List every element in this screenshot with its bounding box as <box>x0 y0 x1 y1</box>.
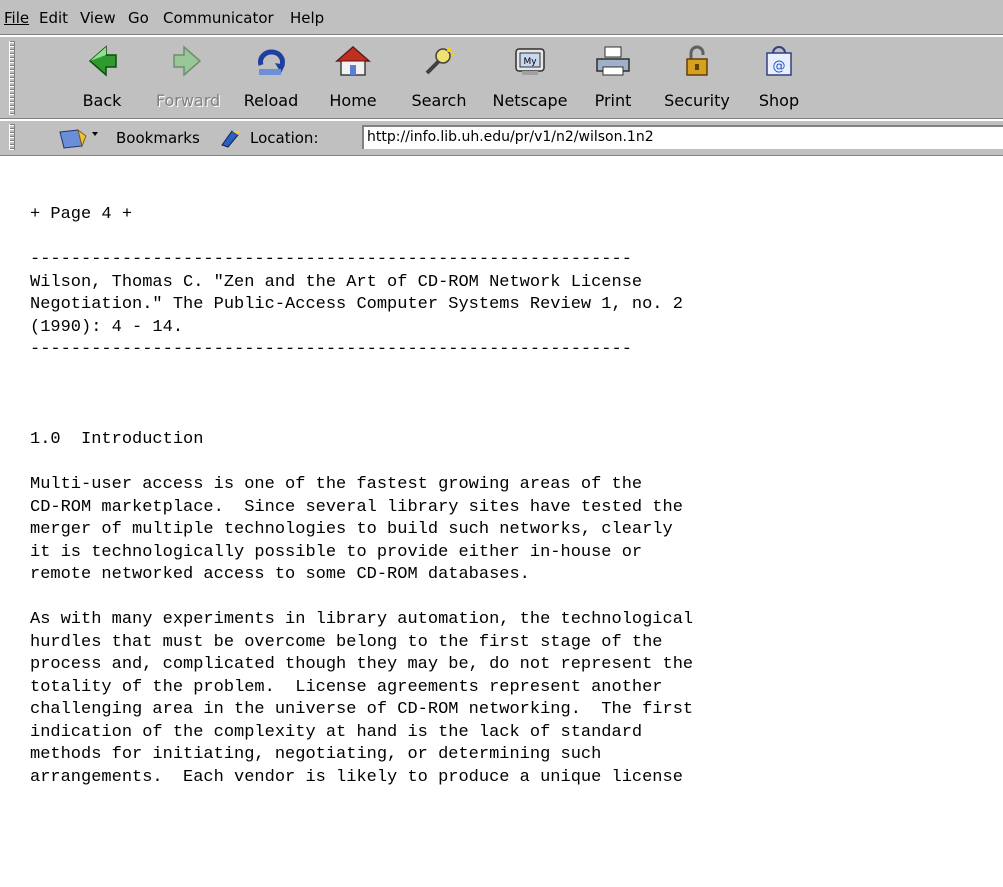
paragraph-line: As with many experiments in library auto… <box>30 610 694 629</box>
location-label-group: Location: <box>218 127 319 151</box>
document-text: + Page 4 + -----------------------------… <box>30 204 693 789</box>
page-marker: + Page 4 + <box>30 205 133 224</box>
search-button[interactable]: Search <box>397 41 481 115</box>
reload-label: Reload <box>243 91 299 110</box>
forward-label: Forward <box>155 91 221 110</box>
search-label: Search <box>411 91 467 110</box>
citation-line: Negotiation." The Public-Access Computer… <box>30 295 683 314</box>
print-label: Print <box>594 91 632 110</box>
url-input[interactable]: http://info.lib.uh.edu/pr/v1/n2/wilson.1… <box>362 125 1003 149</box>
page-content: + Page 4 + -----------------------------… <box>0 157 1003 887</box>
paragraph-line: challenging area in the universe of CD-R… <box>30 700 694 719</box>
menu-bar: File Edit View Go Communicator Help <box>0 0 1003 35</box>
reload-icon <box>258 49 285 75</box>
netscape-button[interactable]: My Netscape <box>488 41 572 115</box>
paragraph-line: methods for initiating, negotiating, or … <box>30 745 602 764</box>
paragraph-line: indication of the complexity at hand is … <box>30 722 643 742</box>
paragraph-line: remote networked access to some CD-ROM d… <box>30 565 530 584</box>
back-label: Back <box>82 91 122 110</box>
reload-button[interactable]: Reload <box>229 41 313 115</box>
search-icon <box>425 48 455 75</box>
bookmarks-label: Bookmarks <box>116 129 200 147</box>
paragraph-line: arrangements. Each vendor is likely to p… <box>30 767 683 787</box>
paragraph-line: process and, complicated though they may… <box>30 655 694 674</box>
menu-edit[interactable]: Edit <box>39 9 68 27</box>
menu-help[interactable]: Help <box>290 9 324 27</box>
shop-button[interactable]: @ Shop <box>737 41 821 115</box>
printer-icon <box>596 46 630 76</box>
svg-text:@: @ <box>773 59 786 74</box>
netscape-icon: My <box>515 48 545 75</box>
location-page-proxy-icon[interactable] <box>218 127 244 149</box>
svg-text:My: My <box>523 57 537 67</box>
paragraph-line: totality of the problem. License agreeme… <box>30 677 663 697</box>
menu-communicator[interactable]: Communicator <box>163 9 274 27</box>
back-arrow-icon <box>88 45 117 77</box>
citation-line: Wilson, Thomas C. "Zen and the Art of CD… <box>30 272 643 292</box>
security-lock-icon <box>686 45 708 76</box>
rule-bottom: ----------------------------------------… <box>30 340 632 359</box>
home-button[interactable]: Home <box>311 41 395 115</box>
shop-bag-icon: @ <box>766 46 792 76</box>
citation-line: (1990): 4 - 14. <box>30 317 184 337</box>
location-toolbar-grip-handle[interactable] <box>9 124 15 150</box>
security-button[interactable]: Security <box>655 41 739 115</box>
home-label: Home <box>329 91 377 110</box>
forward-arrow-icon <box>173 45 202 77</box>
menu-file[interactable]: File <box>4 9 29 27</box>
paragraph-line: merger of multiple technologies to build… <box>30 520 673 539</box>
shop-label: Shop <box>758 91 800 110</box>
paragraph-line: CD-ROM marketplace. Since several librar… <box>30 497 683 517</box>
location-label: Location: <box>250 129 319 147</box>
paragraph-line: Multi-user access is one of the fastest … <box>30 475 643 494</box>
rule-top: ----------------------------------------… <box>30 250 632 269</box>
toolbar-grip-handle[interactable] <box>9 41 15 115</box>
print-button[interactable]: Print <box>571 41 655 115</box>
security-label: Security <box>664 91 730 110</box>
bookmarks-button[interactable]: Bookmarks <box>38 126 200 150</box>
home-icon <box>335 46 371 76</box>
netscape-label: Netscape <box>492 91 568 110</box>
bookmarks-icon <box>59 128 98 149</box>
menu-go[interactable]: Go <box>128 9 149 27</box>
location-toolbar: Bookmarks Location: http://info.lib.uh.e… <box>0 120 1003 156</box>
section-heading: 1.0 Introduction <box>30 430 204 449</box>
back-button[interactable]: Back <box>60 41 144 115</box>
menu-view[interactable]: View <box>80 9 116 27</box>
paragraph-line: hurdles that must be overcome belong to … <box>30 632 663 652</box>
forward-button[interactable]: Forward <box>146 41 230 115</box>
navigation-toolbar: Back Forward Reload Home Search My Netsc… <box>0 36 1003 119</box>
paragraph-line: it is technologically possible to provid… <box>30 542 643 562</box>
